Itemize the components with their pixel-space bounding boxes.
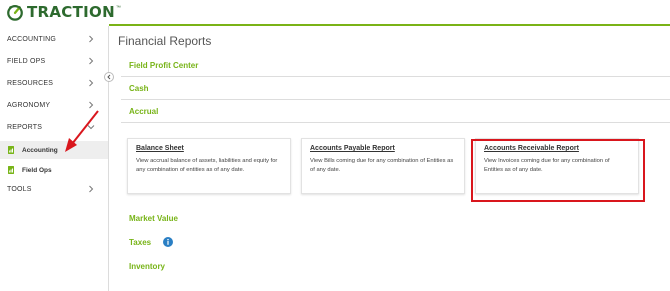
brand-tm: ™ bbox=[115, 5, 121, 11]
section-label: Market Value bbox=[129, 213, 178, 223]
sidebar-subitem-label: Accounting bbox=[22, 146, 58, 154]
sidebar-item-label: FIELD OPS bbox=[7, 57, 46, 65]
sidebar-item-label: RESOURCES bbox=[7, 79, 54, 87]
chevron-right-icon bbox=[89, 57, 94, 65]
section-taxes[interactable]: Taxes bbox=[121, 231, 670, 253]
card-title[interactable]: Balance Sheet bbox=[136, 145, 282, 152]
card-title[interactable]: Accounts Payable Report bbox=[310, 145, 456, 152]
sidebar-item-label: ACCOUNTING bbox=[7, 35, 57, 43]
annotation-highlight-box bbox=[471, 139, 645, 202]
top-bar: TRACTION ™ bbox=[0, 0, 670, 26]
chevron-right-icon bbox=[89, 185, 94, 193]
card-description: View Bills coming due for any combinatio… bbox=[310, 158, 454, 173]
sidebar-item-tools[interactable]: TOOLS bbox=[0, 178, 108, 200]
section-label: Field Profit Center bbox=[129, 61, 199, 70]
page-title: Financial Reports bbox=[118, 34, 212, 48]
section-label: Cash bbox=[129, 84, 149, 93]
report-document-icon bbox=[8, 166, 14, 174]
sidebar-subitem-label: Field Ops bbox=[22, 166, 52, 174]
sidebar-item-accounting[interactable]: ACCOUNTING bbox=[0, 28, 108, 50]
leaf-gauge-icon bbox=[7, 5, 23, 21]
main-content: Financial Reports Field Profit Center Ca… bbox=[109, 26, 670, 291]
chevron-right-icon bbox=[89, 79, 94, 87]
annotation-arrow bbox=[65, 110, 99, 152]
report-document-icon bbox=[8, 146, 14, 154]
sidebar-item-label: TOOLS bbox=[7, 185, 32, 193]
info-icon[interactable] bbox=[163, 237, 174, 247]
section-market-value[interactable]: Market Value bbox=[121, 207, 670, 229]
report-card-balance-sheet[interactable]: Balance Sheet View accrual balance of as… bbox=[127, 138, 291, 194]
section-inventory[interactable]: Inventory bbox=[121, 255, 670, 277]
sidebar-item-label: AGRONOMY bbox=[7, 101, 51, 109]
report-card-accounts-payable[interactable]: Accounts Payable Report View Bills comin… bbox=[301, 138, 465, 194]
section-field-profit-center[interactable]: Field Profit Center bbox=[121, 55, 670, 77]
sidebar-subitem-field-ops[interactable]: Field Ops bbox=[0, 161, 108, 179]
sidebar-item-resources[interactable]: RESOURCES bbox=[0, 72, 108, 94]
traction-logo[interactable]: TRACTION ™ bbox=[6, 2, 121, 22]
card-description: View accrual balance of assets, liabilit… bbox=[136, 158, 278, 173]
sidebar-item-label: REPORTS bbox=[7, 123, 43, 131]
section-accrual[interactable]: Accrual bbox=[121, 101, 670, 123]
sidebar-item-field-ops[interactable]: FIELD OPS bbox=[0, 50, 108, 72]
section-label: Accrual bbox=[129, 107, 159, 116]
chevron-right-icon bbox=[89, 35, 94, 43]
sidebar: ACCOUNTING FIELD OPS RESOURCES AGRONOMY … bbox=[0, 26, 114, 291]
section-label: Taxes bbox=[129, 237, 152, 247]
section-cash[interactable]: Cash bbox=[121, 78, 670, 100]
brand-name: TRACTION bbox=[27, 3, 115, 21]
section-label: Inventory bbox=[129, 261, 166, 271]
